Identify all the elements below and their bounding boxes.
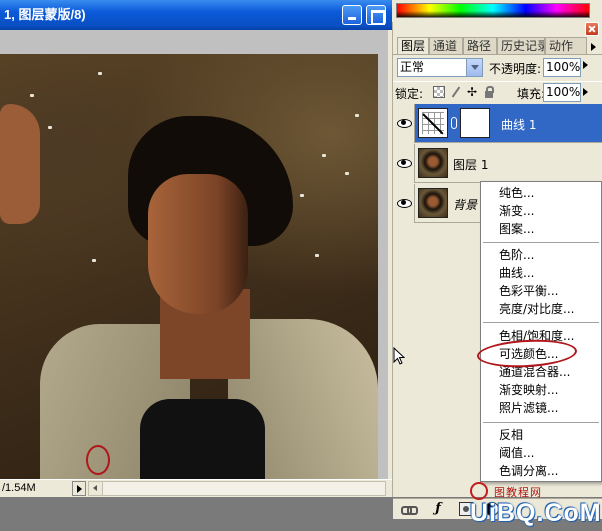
fill-label: 填充: <box>517 87 546 101</box>
menu-item-curves[interactable]: 曲线... <box>499 265 534 282</box>
raised-hand <box>0 104 40 224</box>
layer-thumbnail <box>418 148 448 178</box>
menu-item-color-balance[interactable]: 色彩平衡... <box>499 283 558 300</box>
tab-channels[interactable]: 通道 <box>429 37 463 54</box>
curves-adjustment-icon <box>418 108 448 138</box>
status-menu-arrow-icon[interactable] <box>72 481 86 496</box>
layer-style-fx-icon[interactable]: ƒ <box>431 502 445 516</box>
layer-name: 背景 <box>453 198 478 212</box>
menu-item-photo-filter[interactable]: 照片滤镜... <box>499 400 558 417</box>
shirt <box>140 399 265 482</box>
mouse-pointer-icon <box>393 347 405 365</box>
eye-icon[interactable] <box>396 156 412 169</box>
menu-item-levels[interactable]: 色阶... <box>499 247 534 264</box>
seal-icon <box>470 482 488 500</box>
opacity-input[interactable]: 100% <box>543 58 581 77</box>
layer-name: 曲线 1 <box>501 118 537 132</box>
site-watermark: 图教程网 UiBQ.CoM <box>470 482 602 531</box>
eye-well[interactable] <box>393 144 415 183</box>
eye-icon[interactable] <box>396 196 412 209</box>
panel-tabs: 图层 通道 路径 历史记录 动作 <box>397 37 601 55</box>
menu-item-gradient-map[interactable]: 渐变映射... <box>499 382 558 399</box>
panel-menu-arrow-icon[interactable] <box>589 39 601 52</box>
menu-separator <box>483 422 599 423</box>
layer-mask-thumbnail[interactable] <box>460 108 490 138</box>
menu-item-brightness-contrast[interactable]: 亮度/对比度... <box>499 301 575 318</box>
document-window: 1, 图层蒙版/8) /1.54M <box>0 0 392 497</box>
adjustment-layer-menu: 纯色... 渐变... 图案... 色阶... 曲线... 色彩平衡... 亮度… <box>480 181 602 482</box>
lock-all-padlock-icon[interactable] <box>483 86 495 98</box>
face <box>148 174 248 314</box>
link-layers-icon[interactable] <box>401 502 418 516</box>
opacity-label: 不透明度: <box>489 62 542 76</box>
lock-row: 锁定: ✢ 填充: 100% <box>393 81 602 103</box>
watermark-logo: UiBQ.CoM <box>470 499 602 527</box>
fill-input[interactable]: 100% <box>543 83 581 102</box>
lock-pixels-brush-icon[interactable] <box>450 86 462 98</box>
blend-mode-select[interactable]: 正常 <box>397 58 483 77</box>
color-spectrum[interactable] <box>396 3 590 18</box>
close-icon[interactable] <box>585 22 599 36</box>
color-panel <box>392 0 602 22</box>
tab-history[interactable]: 历史记录 <box>497 37 545 54</box>
layer-name: 图层 1 <box>453 158 489 172</box>
menu-item-threshold[interactable]: 阈值... <box>499 445 534 462</box>
watermark-subtitle: 图教程网 <box>494 486 542 499</box>
document-size: /1.54M <box>2 482 36 494</box>
layer-row-layer1[interactable]: 图层 1 <box>393 144 602 183</box>
document-title: 1, 图层蒙版/8) <box>4 7 86 22</box>
layer-thumbnail <box>418 188 448 218</box>
eye-icon[interactable] <box>396 116 412 129</box>
menu-separator <box>483 322 599 323</box>
lock-label: 锁定: <box>395 87 424 101</box>
tab-actions[interactable]: 动作 <box>545 37 587 54</box>
layer-row-curves[interactable]: 曲线 1 <box>393 104 602 143</box>
scroll-left-icon[interactable] <box>89 482 103 495</box>
eye-well[interactable] <box>393 184 415 223</box>
fill-slider-arrow-icon[interactable] <box>583 88 588 96</box>
menu-item-invert[interactable]: 反相 <box>499 427 523 444</box>
menu-item-pattern[interactable]: 图案... <box>499 221 534 238</box>
menu-item-posterize[interactable]: 色调分离... <box>499 463 558 480</box>
canvas-area[interactable] <box>0 30 388 482</box>
blend-mode-value: 正常 <box>400 60 425 74</box>
photo-canvas[interactable] <box>0 54 378 482</box>
menu-item-gradient[interactable]: 渐变... <box>499 203 534 220</box>
panel-titlebar[interactable] <box>393 22 602 36</box>
highlight-ring-new-adjustment <box>86 445 110 475</box>
minimize-button[interactable] <box>342 5 362 25</box>
tab-layers[interactable]: 图层 <box>397 37 429 55</box>
menu-item-solid-color[interactable]: 纯色... <box>499 185 534 202</box>
link-chain-icon[interactable] <box>451 117 457 129</box>
lock-position-move-icon[interactable]: ✢ <box>466 86 478 98</box>
chevron-down-icon[interactable] <box>466 59 482 76</box>
eye-well[interactable] <box>393 104 415 143</box>
maximize-button[interactable] <box>366 5 386 25</box>
document-statusbar: /1.54M <box>0 479 392 497</box>
tab-paths[interactable]: 路径 <box>463 37 497 54</box>
horizontal-scrollbar[interactable] <box>88 481 386 496</box>
lock-transparency-icon[interactable] <box>433 86 445 98</box>
menu-separator <box>483 242 599 243</box>
opacity-slider-arrow-icon[interactable] <box>583 61 588 69</box>
document-titlebar[interactable]: 1, 图层蒙版/8) <box>0 0 392 30</box>
